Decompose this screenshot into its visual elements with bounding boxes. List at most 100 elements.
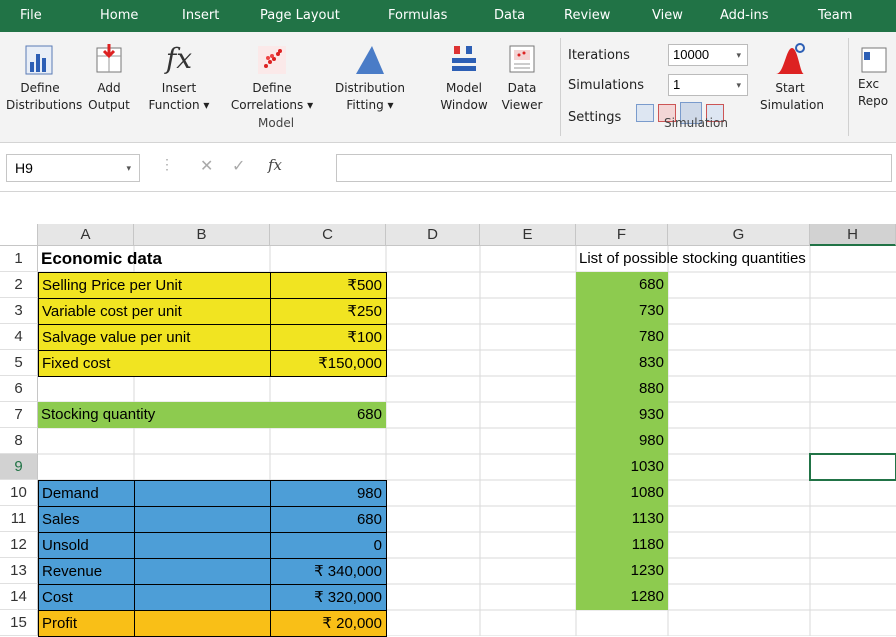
cell-a5[interactable]: Fixed cost [38,350,271,377]
tab-insert[interactable]: Insert [182,0,219,32]
column-header-d[interactable]: D [386,224,480,246]
data-viewer-button[interactable]: Data Viewer [496,42,548,114]
column-header-c[interactable]: C [270,224,386,246]
row-header[interactable]: 5 [0,350,38,376]
tab-formulas[interactable]: Formulas [388,0,447,32]
cell-a14[interactable]: Cost [38,584,135,611]
row-header[interactable]: 3 [0,298,38,324]
cell-c15[interactable]: ₹ 20,000 [270,610,387,637]
define-correlations-button[interactable]: Define Correlations ▾ [228,42,316,114]
cell-c7[interactable]: 680 [270,402,386,428]
formula-bar-area: H9 ▾ ⋮ ✕ ✓ fx [0,144,896,192]
define-distributions-button[interactable]: Define Distributions [6,42,82,114]
column-header-f[interactable]: F [576,224,668,246]
cell-a3[interactable]: Variable cost per unit [38,298,271,325]
cell-b14[interactable] [134,584,271,611]
cell-c11[interactable]: 680 [270,506,387,533]
cell-a11[interactable]: Sales [38,506,135,533]
column-header-e[interactable]: E [480,224,576,246]
cell-a2[interactable]: Selling Price per Unit [38,272,271,299]
cell-f9[interactable]: 1030 [576,454,668,480]
cell-c2[interactable]: ₹500 [270,272,387,299]
cell-a1[interactable]: Economic data [38,246,270,272]
cell-f10[interactable]: 1080 [576,480,668,506]
row-header[interactable]: 1 [0,246,38,272]
cancel-icon[interactable]: ✕ [200,156,213,176]
cell-f6[interactable]: 880 [576,376,668,402]
row-header[interactable]: 13 [0,558,38,584]
add-output-icon [96,44,122,73]
cell-f8[interactable]: 980 [576,428,668,454]
start-simulation-button[interactable]: Start Simulation [760,42,824,114]
cell-c4[interactable]: ₹100 [270,324,387,351]
cell-a12[interactable]: Unsold [38,532,135,559]
tab-file[interactable]: File [20,0,42,32]
column-header-g[interactable]: G [668,224,810,246]
row-header[interactable]: 11 [0,506,38,532]
formula-input[interactable] [336,154,892,182]
row-header[interactable]: 2 [0,272,38,298]
cell-f12[interactable]: 1180 [576,532,668,558]
fitting-triangle-icon [356,46,384,74]
column-header-a[interactable]: A [38,224,134,246]
row-header[interactable]: 6 [0,376,38,402]
column-header-h[interactable]: H [810,224,896,246]
row-header[interactable]: 9 [0,454,38,480]
excel-reports-button[interactable]: Exc Repo [858,42,896,110]
settings-icon[interactable] [636,104,654,122]
iterations-dropdown[interactable]: 10000 ▾ [668,44,748,66]
cell-c14[interactable]: ₹ 320,000 [270,584,387,611]
cell-f2[interactable]: 680 [576,272,668,298]
cell-f3[interactable]: 730 [576,298,668,324]
row-header[interactable]: 14 [0,584,38,610]
cell-a13[interactable]: Revenue [38,558,135,585]
cell-c10[interactable]: 980 [270,480,387,507]
insert-function-button[interactable]: fx Insert Function ▾ [138,42,220,114]
column-header-b[interactable]: B [134,224,270,246]
tab-review[interactable]: Review [564,0,610,32]
insert-function-icon[interactable]: fx [268,156,282,174]
enter-icon[interactable]: ✓ [232,156,245,176]
cell-a4[interactable]: Salvage value per unit [38,324,271,351]
cell-b10[interactable] [134,480,271,507]
cell-a15[interactable]: Profit [38,610,135,637]
cell-f4[interactable]: 780 [576,324,668,350]
selected-cell-h9[interactable] [809,453,896,481]
simulations-dropdown[interactable]: 1 ▾ [668,74,748,96]
cell-f1[interactable]: List of possible stocking quantities [576,246,896,272]
row-header[interactable]: 8 [0,428,38,454]
tab-team[interactable]: Team [818,0,852,32]
model-window-button[interactable]: Model Window [438,42,490,114]
start-simulation-icon [776,43,805,74]
cell-c13[interactable]: ₹ 340,000 [270,558,387,585]
cell-b15[interactable] [134,610,271,637]
cell-c3[interactable]: ₹250 [270,298,387,325]
report-icon [861,47,887,73]
distribution-fitting-button[interactable]: Distribution Fitting ▾ [330,42,410,114]
name-box[interactable]: H9 ▾ [6,154,140,182]
cell-f13[interactable]: 1230 [576,558,668,584]
cell-a7[interactable]: Stocking quantity [38,402,270,428]
tab-page-layout[interactable]: Page Layout [260,0,340,32]
tab-view[interactable]: View [652,0,683,32]
tab-data[interactable]: Data [494,0,525,32]
row-header[interactable]: 10 [0,480,38,506]
cell-c12[interactable]: 0 [270,532,387,559]
select-all-corner[interactable] [0,224,38,246]
cell-c5[interactable]: ₹150,000 [270,350,387,377]
row-header[interactable]: 7 [0,402,38,428]
tab-home[interactable]: Home [100,0,138,32]
add-output-button[interactable]: Add Output [84,42,134,114]
row-header[interactable]: 15 [0,610,38,636]
cell-f14[interactable]: 1280 [576,584,668,610]
cell-a10[interactable]: Demand [38,480,135,507]
cell-b13[interactable] [134,558,271,585]
cell-f11[interactable]: 1130 [576,506,668,532]
cell-f5[interactable]: 830 [576,350,668,376]
cell-b11[interactable] [134,506,271,533]
cell-f7[interactable]: 930 [576,402,668,428]
cell-b12[interactable] [134,532,271,559]
tab-add-ins[interactable]: Add-ins [720,0,768,32]
row-header[interactable]: 4 [0,324,38,350]
row-header[interactable]: 12 [0,532,38,558]
